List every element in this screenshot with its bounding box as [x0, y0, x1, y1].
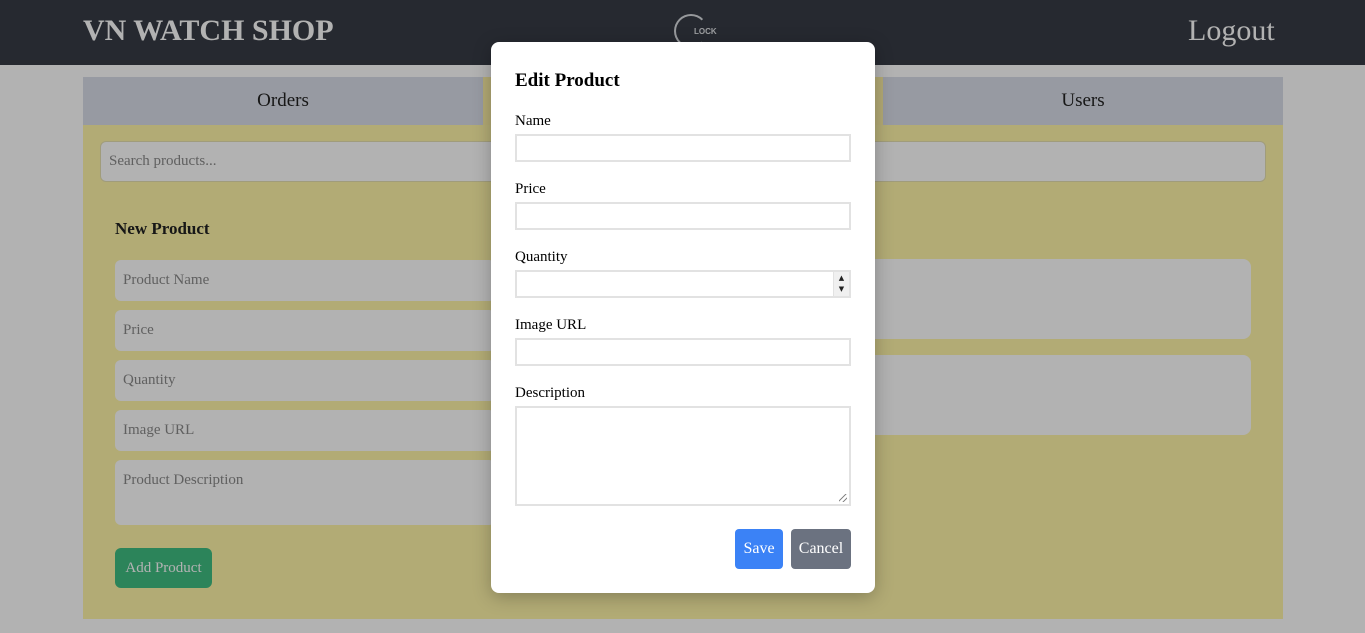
description-label: Description: [515, 385, 585, 401]
spinner-arrows-icon[interactable]: ▲ ▼: [833, 272, 849, 296]
price-field[interactable]: [515, 202, 851, 230]
name-label: Name: [515, 113, 551, 129]
cancel-button[interactable]: Cancel: [791, 529, 851, 569]
image-url-label: Image URL: [515, 317, 587, 333]
resize-grip-icon[interactable]: [839, 494, 847, 502]
price-label: Price: [515, 181, 546, 197]
description-field[interactable]: [515, 406, 851, 506]
save-button[interactable]: Save: [735, 529, 783, 569]
name-field[interactable]: [515, 134, 851, 162]
quantity-stepper[interactable]: ▲ ▼: [515, 270, 851, 298]
edit-product-modal: Edit Product Name Price Quantity ▲ ▼ Imag…: [491, 42, 875, 593]
image-url-field[interactable]: [515, 338, 851, 366]
quantity-label: Quantity: [515, 249, 568, 265]
modal-title: Edit Product: [515, 70, 620, 91]
